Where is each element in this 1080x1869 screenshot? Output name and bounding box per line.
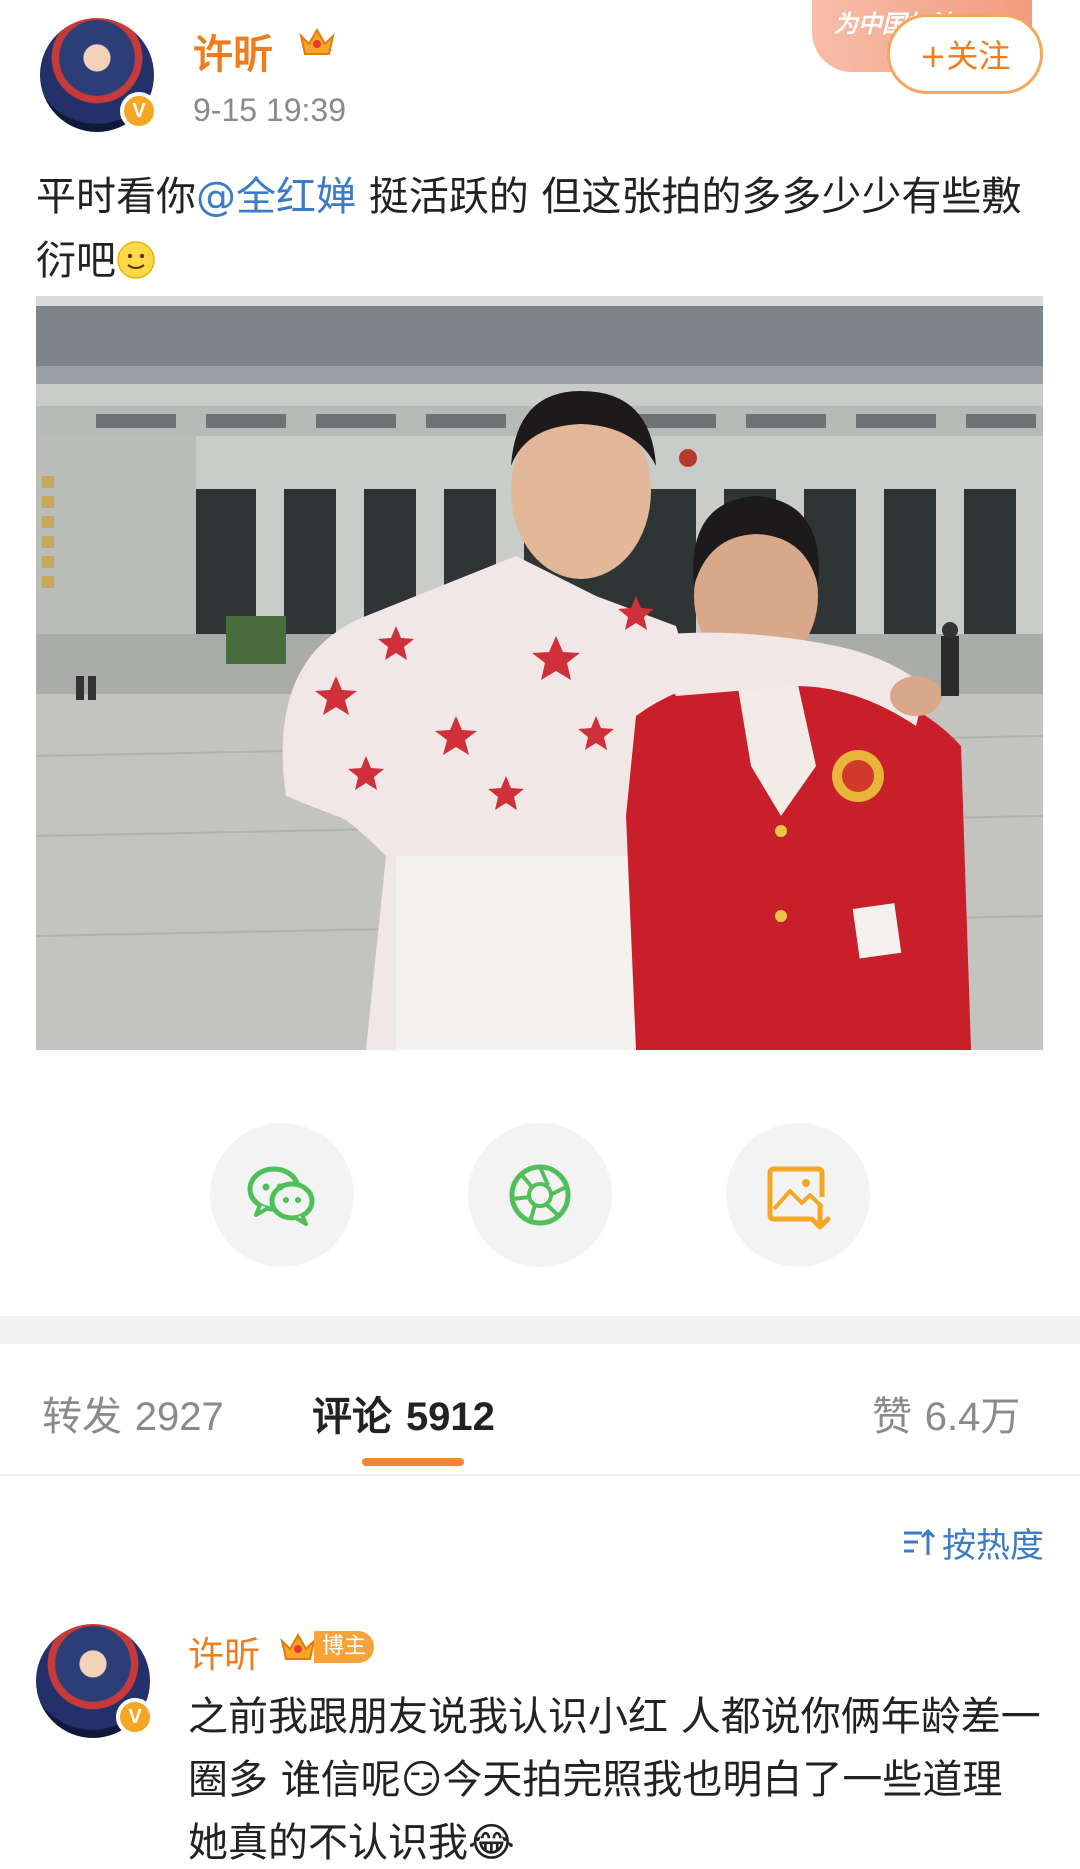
- tabs-divider: [0, 1474, 1080, 1476]
- crown-icon: [280, 1632, 316, 1660]
- verified-badge-icon: V: [116, 1698, 154, 1736]
- author-badge: 博主: [278, 1626, 375, 1668]
- follow-button[interactable]: +关注: [887, 14, 1043, 94]
- tab-comment[interactable]: 评论 5912: [312, 1384, 495, 1442]
- tab-like[interactable]: 赞 6.4万: [872, 1384, 1020, 1442]
- post-timestamp: 9-15 19:39: [193, 92, 347, 128]
- post-text-before: 平时看你: [36, 174, 196, 220]
- section-divider: [0, 1316, 1080, 1344]
- mention-link[interactable]: @全红婵: [196, 174, 356, 220]
- post-text: 平时看你@全红婵 挺活跃的 但这张拍的多多少少有些敷衍吧: [36, 165, 1046, 293]
- comment-avatar[interactable]: V: [36, 1624, 154, 1738]
- crown-icon: [299, 27, 335, 55]
- tab-like-count: 6.4万: [924, 1395, 1021, 1439]
- save-image-icon: [767, 1166, 831, 1230]
- post-photo[interactable]: [36, 296, 1043, 1050]
- sort-icon: [904, 1528, 936, 1555]
- author-avatar[interactable]: V: [40, 18, 158, 132]
- smile-emoji-icon: [117, 241, 155, 279]
- author-badge-label: 博主: [314, 1631, 375, 1663]
- sort-by-hot-button[interactable]: 按热度: [900, 1518, 1044, 1567]
- save-image-button[interactable]: [726, 1123, 870, 1267]
- share-moments-button[interactable]: [468, 1123, 612, 1267]
- tab-like-label: 赞: [872, 1394, 912, 1440]
- tab-repost-label: 转发: [42, 1394, 122, 1440]
- verified-badge-icon: V: [120, 92, 158, 130]
- tab-comment-label: 评论: [312, 1394, 392, 1440]
- photo-scene: [36, 296, 1043, 1050]
- author-name[interactable]: 许昕: [193, 22, 273, 80]
- wechat-icon: [247, 1166, 315, 1226]
- moments-icon: [509, 1164, 571, 1226]
- comment-author-name[interactable]: 许昕: [188, 1626, 260, 1678]
- comment-text: 之前我跟朋友说我认识小红 人都说你俩年龄差一圈多 谁信呢😏今天拍完照我也明白了一…: [188, 1694, 1041, 1866]
- post-header: V 许昕 9-15 19:39 为中国加油 +关注: [0, 0, 1080, 150]
- tab-comment-count: 5912: [405, 1395, 495, 1439]
- active-tab-indicator: [362, 1458, 464, 1466]
- tab-repost[interactable]: 转发 2927: [42, 1384, 224, 1442]
- tab-repost-count: 2927: [134, 1395, 224, 1439]
- share-wechat-button[interactable]: [210, 1123, 354, 1267]
- sort-label: 按热度: [942, 1526, 1044, 1566]
